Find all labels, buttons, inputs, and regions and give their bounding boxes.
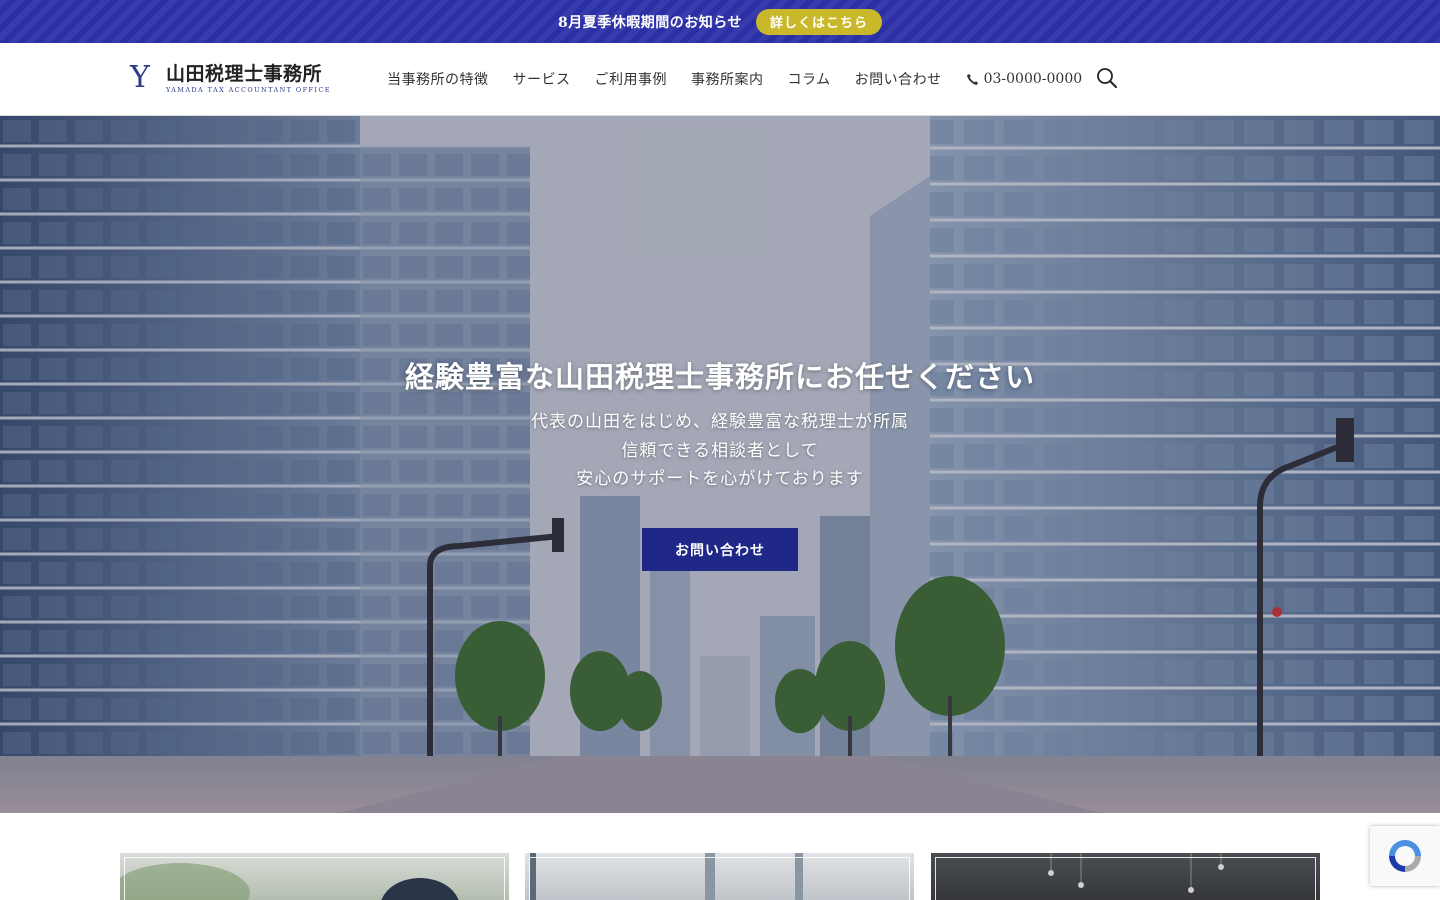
nav-item-contact[interactable]: お問い合わせ <box>855 69 942 89</box>
hero-title: 経験豊富な山田税理士事務所にお任せください <box>404 360 1035 394</box>
nav-item-office[interactable]: 事務所案内 <box>691 69 764 89</box>
search-icon <box>1097 68 1117 88</box>
logo-subtitle: YAMADA TAX ACCOUNTANT OFFICE <box>166 86 331 94</box>
notice-details-button[interactable]: 詳しくはこちら <box>755 8 882 35</box>
phone-icon <box>966 73 978 85</box>
nav-item-features[interactable]: 当事務所の特徴 <box>387 69 489 89</box>
hero-subtext-line: 信頼できる相談者として <box>621 440 819 461</box>
main-nav: 当事務所の特徴 サービス ご利用事例 事務所案内 コラム お問い合わせ 03-0… <box>387 43 1082 115</box>
phone-number: 03-0000-0000 <box>983 71 1083 87</box>
hero-contact-button[interactable]: お問い合わせ <box>642 528 798 571</box>
logo-name: 山田税理士事務所 <box>166 63 323 85</box>
feature-card[interactable] <box>931 853 1320 900</box>
notice-text: 8月夏季休暇期間のお知らせ <box>558 14 742 31</box>
card-frame <box>124 857 505 900</box>
card-frame <box>529 857 910 900</box>
feature-card[interactable] <box>525 853 914 900</box>
logo-texts: 山田税理士事務所 YAMADA TAX ACCOUNTANT OFFICE <box>166 63 331 95</box>
feature-cards <box>120 853 1320 900</box>
hero-content: 経験豊富な山田税理士事務所にお任せください 代表の山田をはじめ、経験豊富な税理士… <box>0 352 1440 494</box>
hero-subtext-line: 代表の山田をはじめ、経験豊富な税理士が所属 <box>531 412 909 432</box>
hero-subtext: 代表の山田をはじめ、経験豊富な税理士が所属 信頼できる相談者として 安心のサポー… <box>0 408 1440 494</box>
logo-mark: Y <box>130 60 150 95</box>
hero-section: 経験豊富な山田税理士事務所にお任せください 代表の山田をはじめ、経験豊富な税理士… <box>0 116 1440 813</box>
hero-subtext-line: 安心のサポートを心がけております <box>576 469 864 489</box>
recaptcha-icon <box>1389 840 1421 872</box>
feature-card[interactable] <box>120 853 509 900</box>
nav-item-column[interactable]: コラム <box>788 69 831 89</box>
card-frame <box>935 857 1316 900</box>
nav-item-cases[interactable]: ご利用事例 <box>595 69 668 89</box>
logo[interactable]: Y 山田税理士事務所 YAMADA TAX ACCOUNTANT OFFICE <box>130 63 331 95</box>
nav-phone-link[interactable]: 03-0000-0000 <box>966 71 1083 87</box>
site-header: Y 山田税理士事務所 YAMADA TAX ACCOUNTANT OFFICE … <box>0 43 1440 116</box>
recaptcha-badge[interactable] <box>1370 826 1440 886</box>
search-button[interactable] <box>1096 67 1118 89</box>
nav-item-services[interactable]: サービス <box>513 69 571 89</box>
notice-bar: 8月夏季休暇期間のお知らせ 詳しくはこちら <box>0 0 1440 43</box>
